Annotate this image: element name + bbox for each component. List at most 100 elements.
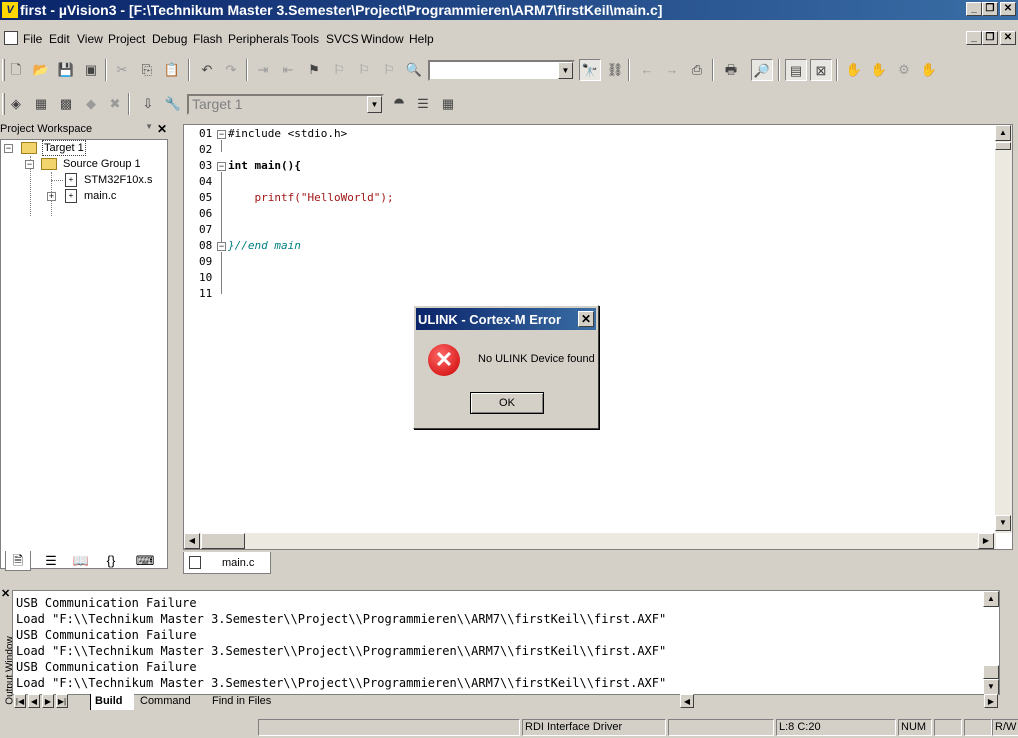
back-icon[interactable]: ← (636, 59, 658, 81)
redo-icon[interactable]: ↷ (220, 59, 242, 81)
files-tab-icon[interactable]: 🗎 (5, 551, 31, 571)
scroll-left-icon[interactable]: ◀ (680, 694, 694, 708)
config-icon[interactable]: ⚙ (893, 59, 915, 81)
menu-window[interactable]: Window (361, 32, 404, 46)
output-window-icon[interactable]: ⊠ (810, 59, 832, 81)
workspace-close-icon[interactable]: ✕ (157, 122, 167, 136)
target-options-icon[interactable]: 🔧 (162, 93, 184, 115)
build-icon[interactable]: ▦ (30, 93, 52, 115)
build-output[interactable]: USB Communication Failure Load "F:\\Tech… (12, 590, 1000, 695)
next-bookmark-icon[interactable]: ⚐ (328, 59, 350, 81)
output-close-icon[interactable]: ✕ (1, 587, 10, 600)
menu-project[interactable]: Project (108, 32, 145, 46)
print-icon[interactable]: 🖶 (720, 59, 742, 81)
menu-svcs[interactable]: SVCS (326, 32, 359, 46)
file-extensions-icon[interactable]: ☰ (412, 93, 434, 115)
debug-session-icon[interactable]: 🔎 (751, 59, 773, 81)
scroll-left-icon[interactable]: ◀ (184, 533, 200, 549)
menu-tools[interactable]: Tools (291, 32, 319, 46)
dialog-title-bar[interactable]: ULINK - Cortex-M Error ✕ (416, 308, 596, 330)
menu-edit[interactable]: Edit (49, 32, 70, 46)
scroll-down-icon[interactable]: ▼ (983, 679, 999, 694)
forward-icon[interactable]: → (661, 59, 683, 81)
hand-config-icon[interactable]: ✋ (918, 59, 940, 81)
batch-build-icon[interactable]: ◆ (80, 93, 102, 115)
scroll-right-icon[interactable]: ▶ (978, 533, 994, 549)
scroll-thumb[interactable] (995, 142, 1011, 150)
paste-icon[interactable]: 📋 (161, 59, 183, 81)
open-file-icon[interactable]: 📂 (30, 59, 52, 81)
menu-file[interactable]: File (23, 32, 42, 46)
unindent-icon[interactable]: ⇤ (277, 59, 299, 81)
scroll-up-icon[interactable]: ▲ (995, 125, 1011, 141)
download-icon[interactable]: ⇩ (137, 93, 159, 115)
menu-flash[interactable]: Flash (193, 32, 222, 46)
tab-first-icon[interactable]: |◀ (14, 694, 26, 708)
chevron-down-icon[interactable]: ▼ (367, 96, 382, 113)
save-all-icon[interactable]: ▣ (80, 59, 102, 81)
minimize-button[interactable]: _ (966, 2, 982, 16)
editor-horizontal-scrollbar[interactable]: ◀ ▶ (184, 533, 996, 549)
fold-toggle-icon[interactable]: − (217, 130, 226, 139)
stop-build-icon[interactable]: ✖ (104, 93, 126, 115)
cut-icon[interactable]: ✂ (111, 59, 133, 81)
doc-restore-button[interactable]: ❐ (982, 31, 998, 45)
undo-icon[interactable]: ↶ (196, 59, 218, 81)
new-file-icon[interactable]: 🗋 (5, 59, 27, 81)
scroll-thumb[interactable] (983, 665, 999, 679)
scroll-down-icon[interactable]: ▼ (995, 515, 1011, 531)
expand-target-icon[interactable]: − (4, 144, 13, 153)
ok-button[interactable]: OK (470, 392, 544, 414)
uvision-app-icon[interactable]: V (2, 2, 18, 18)
menu-view[interactable]: View (77, 32, 103, 46)
tab-prev-icon[interactable]: ◀ (28, 694, 40, 708)
browse-icon[interactable]: ⎙ (686, 59, 708, 81)
restore-button[interactable]: ❐ (982, 2, 998, 16)
copy-icon[interactable]: ⎘ (136, 59, 158, 81)
functions-tab-icon[interactable]: {} (98, 551, 124, 571)
rebuild-icon[interactable]: ▩ (55, 93, 77, 115)
expand-group-icon[interactable]: − (25, 160, 34, 169)
tab-main-c[interactable]: main.c (183, 552, 271, 574)
templates-tab-icon[interactable]: ⌨ (132, 551, 158, 571)
workspace-toggle-icon[interactable]: ▤ (785, 59, 807, 81)
target-select[interactable]: Target 1 ▼ (187, 94, 384, 115)
dialog-close-icon[interactable]: ✕ (578, 311, 594, 327)
editor-vertical-scrollbar[interactable]: ▲ ▼ (995, 125, 1012, 533)
hand-stop-icon[interactable]: ✋ (868, 59, 890, 81)
set-bookmark-icon[interactable]: ⚑ (303, 59, 325, 81)
document-icon[interactable] (4, 31, 18, 45)
tab-build[interactable]: Build (90, 694, 134, 710)
fold-toggle-icon[interactable]: − (217, 242, 226, 251)
doc-minimize-button[interactable]: _ (966, 31, 982, 45)
registers-tab-icon[interactable]: ☰ (38, 551, 64, 571)
find-in-files-icon[interactable]: 🔍 (403, 59, 425, 81)
clear-bookmarks-icon[interactable]: ⚐ (378, 59, 400, 81)
fold-toggle-icon[interactable]: − (217, 162, 226, 171)
scroll-right-icon[interactable]: ▶ (984, 694, 998, 708)
scroll-up-icon[interactable]: ▲ (983, 591, 999, 607)
tab-command[interactable]: Command (140, 694, 200, 710)
chevron-down-icon[interactable]: ▼ (145, 122, 153, 131)
expand-main-icon[interactable]: + (47, 192, 56, 201)
incremental-find-icon[interactable]: ⛓ (604, 59, 626, 81)
find-combo[interactable]: ▼ (428, 60, 575, 81)
scroll-thumb[interactable] (201, 533, 245, 549)
close-button[interactable]: ✕ (1000, 2, 1016, 16)
doc-close-button[interactable]: ✕ (1000, 31, 1016, 45)
prev-bookmark-icon[interactable]: ⚐ (353, 59, 375, 81)
chevron-down-icon[interactable]: ▼ (558, 62, 573, 79)
components-icon[interactable]: ⯊ (388, 93, 410, 115)
save-icon[interactable]: 💾 (55, 59, 77, 81)
manage-icon[interactable]: ▦ (437, 93, 459, 115)
menu-peripherals[interactable]: Peripherals (228, 32, 289, 46)
hand-icon[interactable]: ✋ (843, 59, 865, 81)
tab-next-icon[interactable]: ▶ (42, 694, 54, 708)
compile-icon[interactable]: ◈ (5, 93, 27, 115)
books-tab-icon[interactable]: 📖 (68, 551, 94, 571)
indent-icon[interactable]: ⇥ (252, 59, 274, 81)
tab-last-icon[interactable]: ▶| (56, 694, 68, 708)
tab-find-in-files[interactable]: Find in Files (212, 694, 286, 710)
menu-debug[interactable]: Debug (152, 32, 187, 46)
find-icon[interactable]: 🔭 (579, 59, 601, 81)
